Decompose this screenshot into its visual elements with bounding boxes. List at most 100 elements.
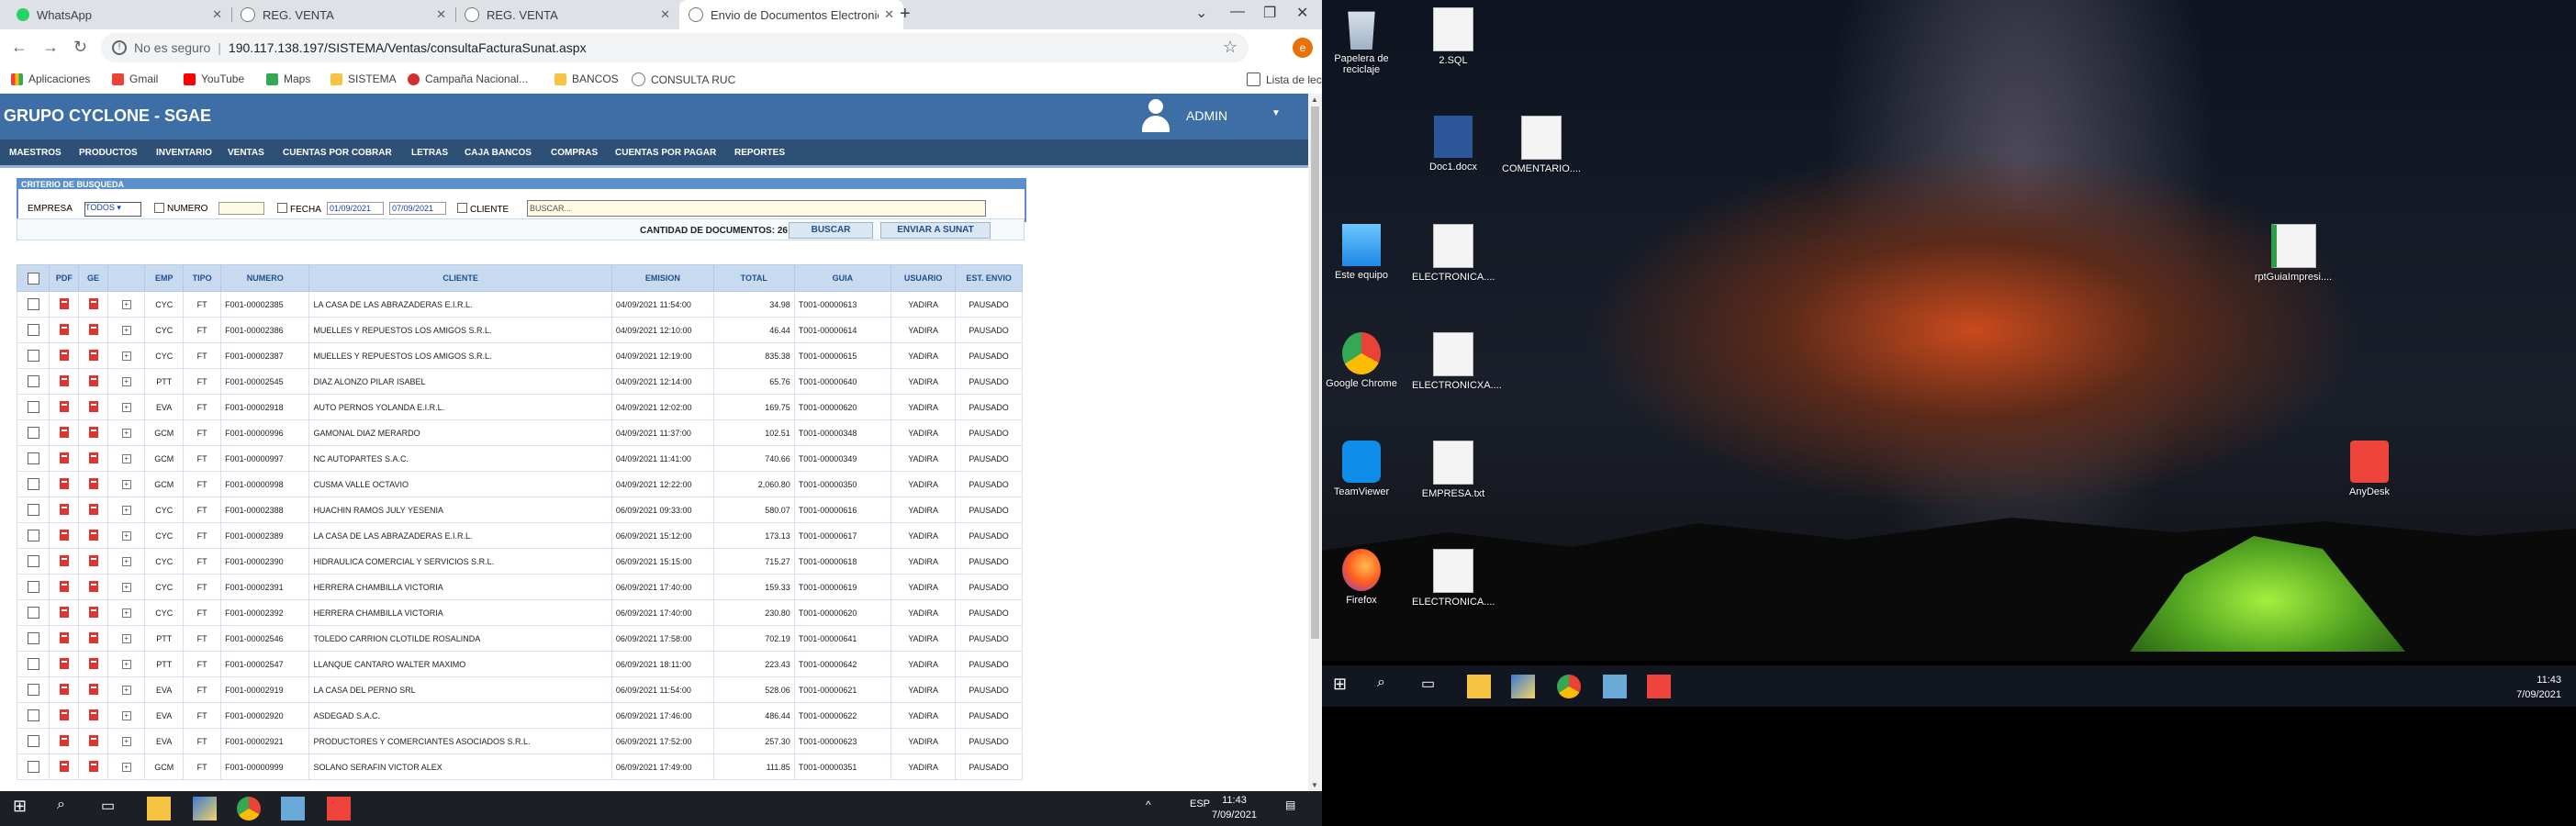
task-view-icon[interactable]: ▭	[101, 797, 125, 820]
guia-pdf-icon[interactable]	[88, 477, 98, 489]
expand-icon[interactable]: +	[121, 506, 131, 515]
ge-cell[interactable]	[78, 753, 108, 780]
expand-icon[interactable]: +	[121, 686, 131, 695]
ge-cell[interactable]	[78, 625, 108, 652]
pdf-icon[interactable]	[59, 580, 69, 592]
pdf-icon[interactable]	[59, 323, 69, 335]
expand-cell[interactable]: +	[106, 522, 146, 549]
table-row[interactable]: + CYC FT F001-00002386 MUELLES Y REPUESTOS L…	[16, 317, 1023, 343]
guia-pdf-icon[interactable]	[88, 760, 98, 772]
new-tab-button[interactable]: +	[900, 4, 911, 25]
cliente-search-input[interactable]: BUSCAR...	[527, 200, 986, 217]
close-tab-icon[interactable]: ✕	[660, 7, 670, 22]
pdf-cell[interactable]	[49, 445, 80, 472]
tab-search-icon[interactable]: ⌄	[1195, 4, 1207, 22]
ge-cell[interactable]	[78, 291, 108, 318]
expand-cell[interactable]: +	[106, 651, 146, 677]
table-row[interactable]: + CYC FT F001-00002387 MUELLES Y REPUESTOS L…	[16, 342, 1023, 369]
row-select-cell[interactable]	[16, 522, 50, 549]
menu-productos[interactable]: PRODUCTOS	[79, 148, 138, 158]
desktop-icon-electronica-2[interactable]: ELECTRONICA....	[1412, 549, 1495, 608]
bookmark-sistema[interactable]: SISTEMA	[330, 73, 397, 85]
guia-pdf-icon[interactable]	[88, 683, 98, 695]
desktop-icon-electronicxa[interactable]: ELECTRONICXA....	[1412, 332, 1502, 391]
menu-maestros[interactable]: MAESTROS	[9, 148, 62, 158]
menu-compras[interactable]: COMPRAS	[551, 148, 598, 158]
guia-pdf-icon[interactable]	[88, 400, 98, 412]
expand-icon[interactable]: +	[121, 583, 131, 592]
close-tab-icon[interactable]: ✕	[436, 7, 446, 22]
expand-icon[interactable]: +	[121, 326, 131, 335]
row-checkbox[interactable]	[27, 530, 39, 541]
ge-cell[interactable]	[78, 599, 108, 626]
desktop-icon-empresa[interactable]: EMPRESA.txt	[1412, 441, 1495, 499]
row-checkbox[interactable]	[27, 401, 39, 413]
row-select-cell[interactable]	[16, 574, 50, 600]
menu-cuentas-por-pagar[interactable]: CUENTAS POR PAGAR	[615, 148, 716, 158]
taskbar-clock[interactable]: 11:43 7/09/2021	[1212, 793, 1257, 822]
desktop-icon-2sql[interactable]: 2.SQL	[1412, 7, 1495, 66]
expand-cell[interactable]: +	[106, 471, 146, 497]
ge-cell[interactable]	[78, 728, 108, 754]
pdf-cell[interactable]	[49, 394, 80, 420]
tab-reg-venta-2[interactable]: REG. VENTA ✕	[455, 0, 679, 29]
row-checkbox[interactable]	[27, 298, 39, 310]
ge-cell[interactable]	[78, 522, 108, 549]
table-row[interactable]: + GCM FT F001-00000999 SOLANO SERAFIN VICTOR…	[16, 753, 1023, 780]
table-row[interactable]: + EVA FT F001-00002918 AUTO PERNOS YOLANDA E…	[16, 394, 1023, 420]
row-select-cell[interactable]	[16, 419, 50, 446]
table-row[interactable]: + PTT FT F001-00002545 DIAZ ALONZO PILAR ISA…	[16, 368, 1023, 395]
expand-icon[interactable]: +	[121, 429, 131, 438]
minimize-button[interactable]: —	[1230, 4, 1245, 20]
file-explorer-icon[interactable]	[147, 797, 171, 820]
pdf-icon[interactable]	[59, 477, 69, 489]
ge-cell[interactable]	[78, 394, 108, 420]
fecha-desde-input[interactable]: 01/09/2021	[327, 202, 384, 215]
pdf-cell[interactable]	[49, 497, 80, 523]
row-checkbox[interactable]	[27, 555, 39, 567]
expand-cell[interactable]: +	[106, 445, 146, 472]
row-checkbox[interactable]	[27, 324, 39, 336]
row-select-cell[interactable]	[16, 702, 50, 729]
desktop-icon-firefox[interactable]: Firefox	[1322, 549, 1403, 606]
table-row[interactable]: + PTT FT F001-00002547 LLANQUE CANTARO WALTE…	[16, 651, 1023, 677]
row-select-cell[interactable]	[16, 317, 50, 343]
menu-letras[interactable]: LETRAS	[411, 148, 448, 158]
guia-pdf-icon[interactable]	[88, 580, 98, 592]
chrome-icon[interactable]	[1557, 675, 1581, 698]
table-row[interactable]: + CYC FT F001-00002391 HERRERA CHAMBILLA VIC…	[16, 574, 1023, 600]
forward-button[interactable]: →	[42, 38, 59, 57]
guia-pdf-icon[interactable]	[88, 631, 98, 643]
expand-cell[interactable]: +	[106, 317, 146, 343]
ge-cell[interactable]	[78, 497, 108, 523]
expand-cell[interactable]: +	[106, 625, 146, 652]
pdf-icon[interactable]	[59, 709, 69, 720]
pdf-icon[interactable]	[59, 349, 69, 361]
menu-inventario[interactable]: INVENTARIO	[156, 148, 212, 158]
scroll-down-icon[interactable]: ▼	[1311, 781, 1318, 789]
desktop-icon-chrome[interactable]: Google Chrome	[1322, 332, 1403, 389]
ge-cell[interactable]	[78, 548, 108, 575]
row-select-cell[interactable]	[16, 291, 50, 318]
expand-cell[interactable]: +	[106, 728, 146, 754]
pdf-icon[interactable]	[59, 374, 69, 386]
row-checkbox[interactable]	[27, 427, 39, 439]
pdf-cell[interactable]	[49, 574, 80, 600]
tray-chevron-icon[interactable]: ^	[1146, 798, 1151, 811]
anydesk-icon[interactable]	[327, 797, 351, 820]
guia-pdf-icon[interactable]	[88, 657, 98, 669]
guia-pdf-icon[interactable]	[88, 323, 98, 335]
row-checkbox[interactable]	[27, 658, 39, 670]
expand-cell[interactable]: +	[106, 753, 146, 780]
page-scrollbar[interactable]: ▲ ▼	[1308, 94, 1322, 791]
expand-cell[interactable]: +	[106, 548, 146, 575]
desktop-icon-rptguia[interactable]: rptGuiaImpresi....	[2252, 224, 2335, 283]
menu-caja-bancos[interactable]: CAJA BANCOS	[465, 148, 532, 158]
table-row[interactable]: + EVA FT F001-00002919 LA CASA DEL PERNO SRL…	[16, 676, 1023, 703]
search-icon[interactable]: ⌕	[1377, 675, 1401, 698]
bookmark-apps[interactable]: Aplicaciones	[11, 73, 90, 85]
tab-whatsapp[interactable]: WhatsApp ✕	[7, 0, 231, 29]
menu-ventas[interactable]: VENTAS	[228, 148, 264, 158]
pdf-cell[interactable]	[49, 702, 80, 729]
select-all-checkbox[interactable]	[27, 272, 39, 285]
